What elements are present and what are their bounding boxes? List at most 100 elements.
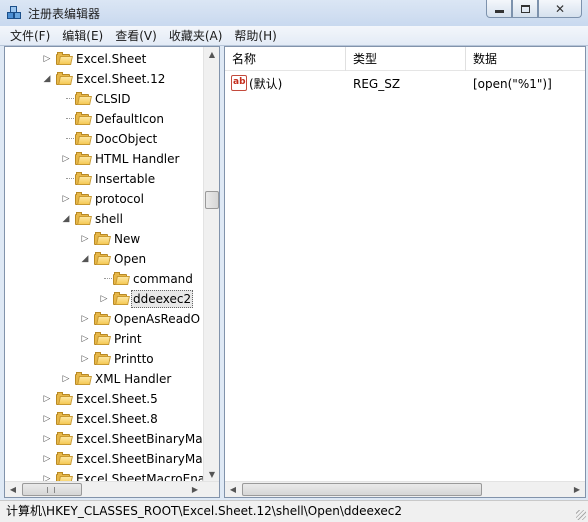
folder-icon: [94, 232, 111, 245]
expand-arrow-icon[interactable]: ▷: [42, 54, 52, 64]
tree-horizontal-scroll-thumb[interactable]: [22, 483, 82, 496]
folder-icon: [75, 92, 92, 105]
folder-icon: [75, 152, 92, 165]
tree-item[interactable]: ◢ Open: [5, 249, 204, 269]
tree-item[interactable]: ▷ OpenAsReadO: [5, 309, 204, 329]
values-header-row: 名称 类型 数据: [225, 47, 585, 71]
tree-connector: [104, 278, 112, 279]
expand-arrow-icon[interactable]: ▷: [61, 194, 71, 204]
menu-bar: 文件(F) 编辑(E) 查看(V) 收藏夹(A) 帮助(H): [0, 26, 588, 46]
expand-arrow-icon[interactable]: ▷: [42, 454, 52, 464]
status-bar: 计算机\HKEY_CLASSES_ROOT\Excel.Sheet.12\she…: [0, 500, 588, 522]
tree-item[interactable]: ▷ HTML Handler: [5, 149, 204, 169]
tree-item-label: CLSID: [95, 92, 131, 106]
expand-arrow-icon[interactable]: ▷: [80, 234, 90, 244]
tree-item-label: Insertable: [95, 172, 156, 186]
expand-arrow-icon[interactable]: ▷: [99, 294, 109, 304]
tree-item[interactable]: CLSID: [5, 89, 204, 109]
values-horizontal-scroll-thumb[interactable]: [242, 483, 482, 496]
scroll-right-arrow-icon[interactable]: ▶: [187, 482, 203, 497]
title-bar[interactable]: 注册表编辑器 ✕: [0, 0, 588, 26]
folder-icon: [113, 292, 130, 305]
collapse-arrow-icon[interactable]: ◢: [80, 254, 90, 264]
key-tree-pane[interactable]: ▷ Excel.Sheet ◢ Excel.Sheet.12 CLSID DefaultI…: [4, 46, 220, 498]
tree-item[interactable]: command: [5, 269, 204, 289]
values-horizontal-scrollbar[interactable]: ◀ ▶: [225, 481, 585, 497]
close-button[interactable]: ✕: [538, 0, 582, 18]
tree-item-label: Excel.Sheet.5: [76, 392, 158, 406]
folder-icon: [94, 252, 111, 265]
folder-icon: [113, 272, 130, 285]
expand-arrow-icon[interactable]: ▷: [80, 314, 90, 324]
tree-item[interactable]: ▷ Excel.Sheet.5: [5, 389, 204, 409]
folder-icon: [94, 352, 111, 365]
expand-arrow-icon[interactable]: ▷: [42, 414, 52, 424]
value-row[interactable]: ab (默认) REG_SZ [open("%1")]: [225, 73, 585, 95]
resize-grip-icon[interactable]: [576, 510, 586, 520]
tree-item[interactable]: ▷ Excel.Sheet.8: [5, 409, 204, 429]
tree-item[interactable]: ▷ Excel.SheetBinaryMac: [5, 449, 204, 469]
scroll-left-arrow-icon[interactable]: ◀: [5, 482, 21, 497]
tree-vertical-scrollbar[interactable]: ▲ ▼: [203, 47, 219, 483]
expand-arrow-icon[interactable]: ▷: [42, 394, 52, 404]
scroll-right-arrow-icon[interactable]: ▶: [569, 482, 585, 497]
tree-connector: [66, 178, 74, 179]
scroll-up-arrow-icon[interactable]: ▲: [204, 47, 219, 63]
scroll-left-arrow-icon[interactable]: ◀: [225, 482, 241, 497]
collapse-arrow-icon[interactable]: ◢: [61, 214, 71, 224]
close-icon: ✕: [554, 1, 566, 16]
tree-item-label: command: [133, 272, 193, 286]
tree-item-label: XML Handler: [95, 372, 172, 386]
tree-item-label: HTML Handler: [95, 152, 180, 166]
value-type: REG_SZ: [353, 77, 401, 91]
tree-item-label: Excel.SheetBinaryMac: [76, 432, 204, 446]
tree-item[interactable]: ▷ Excel.SheetBinaryMac: [5, 429, 204, 449]
tree-horizontal-scrollbar[interactable]: ◀ ▶: [5, 481, 219, 497]
folder-icon: [75, 112, 92, 125]
menu-file[interactable]: 文件(F): [4, 26, 56, 46]
tree-item[interactable]: ◢ shell: [5, 209, 204, 229]
column-header-type[interactable]: 类型: [346, 47, 466, 71]
folder-icon: [94, 332, 111, 345]
tree-item-label: Excel.SheetBinaryMac: [76, 452, 204, 466]
values-pane[interactable]: 名称 类型 数据 ab (默认) REG_SZ [open("%1")] ◀ ▶: [224, 46, 586, 498]
menu-edit[interactable]: 编辑(E): [56, 26, 109, 46]
tree-connector: [66, 138, 74, 139]
menu-help[interactable]: 帮助(H): [228, 26, 282, 46]
tree-item-label: DefaultIcon: [95, 112, 164, 126]
folder-icon: [75, 192, 92, 205]
folder-icon: [75, 132, 92, 145]
tree-vertical-scroll-thumb[interactable]: [205, 191, 219, 209]
tree-item[interactable]: DocObject: [5, 129, 204, 149]
folder-icon: [56, 392, 73, 405]
expand-arrow-icon[interactable]: ▷: [80, 334, 90, 344]
tree-item[interactable]: ▷ Printto: [5, 349, 204, 369]
menu-favorites[interactable]: 收藏夹(A): [163, 26, 229, 46]
tree-item[interactable]: ▷ Print: [5, 329, 204, 349]
maximize-button[interactable]: [512, 0, 538, 18]
tree-item[interactable]: ▷ XML Handler: [5, 369, 204, 389]
expand-arrow-icon[interactable]: ▷: [61, 374, 71, 384]
minimize-button[interactable]: [486, 0, 512, 18]
tree-item[interactable]: ▷ New: [5, 229, 204, 249]
folder-icon: [56, 412, 73, 425]
menu-view[interactable]: 查看(V): [109, 26, 163, 46]
tree-item[interactable]: ◢ Excel.Sheet.12: [5, 69, 204, 89]
expand-arrow-icon[interactable]: ▷: [42, 434, 52, 444]
collapse-arrow-icon[interactable]: ◢: [42, 74, 52, 84]
column-header-name[interactable]: 名称: [225, 47, 346, 71]
tree-item[interactable]: ▷ ddeexec2: [5, 289, 204, 309]
key-tree: ▷ Excel.Sheet ◢ Excel.Sheet.12 CLSID DefaultI…: [5, 49, 204, 485]
expand-arrow-icon[interactable]: ▷: [61, 154, 71, 164]
tree-item-label: shell: [95, 212, 123, 226]
tree-item[interactable]: ▷ protocol: [5, 189, 204, 209]
tree-item[interactable]: DefaultIcon: [5, 109, 204, 129]
folder-icon: [56, 72, 73, 85]
expand-arrow-icon[interactable]: ▷: [80, 354, 90, 364]
tree-item[interactable]: Insertable: [5, 169, 204, 189]
tree-item-label: protocol: [95, 192, 144, 206]
column-header-data[interactable]: 数据: [466, 47, 585, 71]
tree-item[interactable]: ▷ Excel.Sheet: [5, 49, 204, 69]
tree-connector: [66, 98, 74, 99]
grip-icon: [47, 487, 55, 493]
